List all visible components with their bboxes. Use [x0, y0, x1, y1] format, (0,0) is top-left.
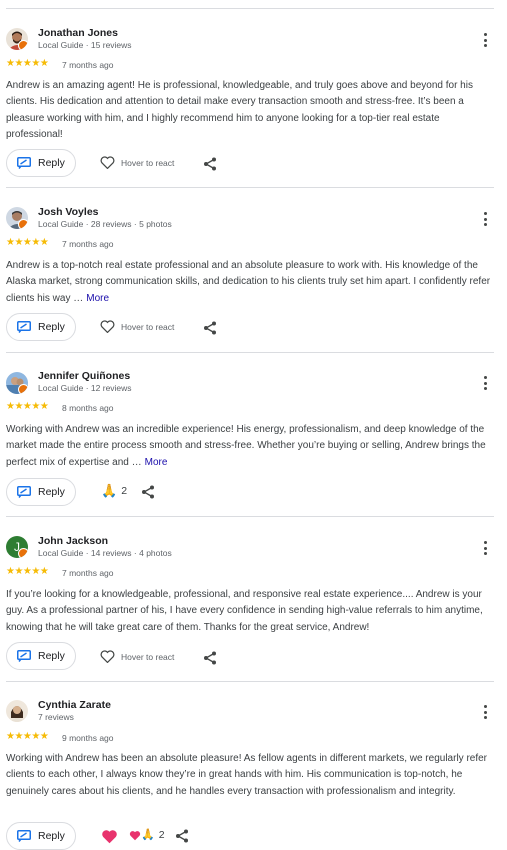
star-rating: ★★★★★	[6, 58, 49, 69]
divider	[6, 187, 494, 188]
reply-icon	[17, 321, 31, 333]
reply-button[interactable]: Reply	[6, 313, 76, 341]
reviewer-meta: Local Guide · 28 reviews · 5 photos	[38, 219, 172, 229]
reply-label: Reply	[38, 157, 65, 169]
reviewer-meta: 7 reviews	[38, 712, 74, 722]
react-label: Hover to react	[121, 321, 175, 332]
reply-icon	[17, 486, 31, 498]
heart-outline-icon	[100, 650, 115, 663]
reviewer-meta: Local Guide · 12 reviews	[38, 383, 132, 393]
star-rating: ★★★★★	[6, 731, 49, 742]
star-rating: ★★★★★	[6, 401, 49, 412]
review-time: 7 months ago	[62, 568, 114, 578]
more-options-icon[interactable]	[478, 374, 492, 392]
share-icon[interactable]	[203, 157, 217, 171]
more-link[interactable]: More	[145, 457, 168, 468]
review-text: Working with Andrew was an incredible ex…	[6, 422, 492, 471]
heart-outline-icon	[100, 320, 115, 333]
divider	[6, 681, 494, 682]
more-options-icon[interactable]	[478, 210, 492, 228]
reply-button[interactable]: Reply	[6, 478, 76, 506]
reply-label: Reply	[38, 486, 65, 498]
review-text-body: Working with Andrew has been an absolute…	[6, 753, 488, 797]
avatar[interactable]	[6, 372, 28, 394]
reviewer-meta: Local Guide · 14 reviews · 4 photos	[38, 548, 172, 558]
react-button[interactable]: Hover to react	[100, 320, 174, 333]
reactions-summary[interactable]: 🙏 2	[101, 484, 127, 498]
star-rating: ★★★★★	[6, 566, 49, 577]
heart-filled-icon[interactable]	[101, 829, 118, 844]
share-icon[interactable]	[175, 829, 189, 843]
praying-hands-icon: 🙏	[101, 483, 118, 498]
reviewer-meta: Local Guide · 15 reviews	[38, 40, 132, 50]
reviewer-name[interactable]: Jonathan Jones	[38, 27, 118, 39]
divider	[6, 352, 494, 353]
heart-outline-icon	[100, 156, 115, 169]
local-guide-badge-icon	[18, 219, 28, 229]
reply-button[interactable]: Reply	[6, 822, 76, 850]
avatar[interactable]: J	[6, 536, 28, 558]
reply-icon	[17, 157, 31, 169]
review-time: 9 months ago	[62, 733, 114, 743]
review-text-body: Working with Andrew was an incredible ex…	[6, 424, 486, 468]
divider	[6, 516, 494, 517]
review-time: 7 months ago	[62, 60, 114, 70]
more-options-icon[interactable]	[478, 31, 492, 49]
react-label: Hover to react	[121, 651, 175, 662]
reviewer-name[interactable]: John Jackson	[38, 535, 108, 547]
more-link[interactable]: More	[86, 293, 109, 304]
reply-button[interactable]: Reply	[6, 149, 76, 177]
star-rating: ★★★★★	[6, 237, 49, 248]
local-guide-badge-icon	[18, 548, 28, 558]
review-text: Andrew is a top-notch real estate profes…	[6, 258, 492, 307]
reply-label: Reply	[38, 830, 65, 842]
review-text-body: Andrew is an amazing agent! He is profes…	[6, 80, 473, 140]
reply-label: Reply	[38, 321, 65, 333]
reply-icon	[17, 830, 31, 842]
share-icon[interactable]	[203, 651, 217, 665]
reaction-count: 2	[158, 829, 165, 841]
avatar[interactable]	[6, 700, 28, 722]
share-icon[interactable]	[203, 321, 217, 335]
review-time: 8 months ago	[62, 403, 114, 413]
review-text: Andrew is an amazing agent! He is profes…	[6, 78, 492, 143]
more-options-icon[interactable]	[478, 539, 492, 557]
reply-button[interactable]: Reply	[6, 642, 76, 670]
reviewer-name[interactable]: Josh Voyles	[38, 206, 99, 218]
react-label: Hover to react	[121, 157, 175, 168]
avatar[interactable]	[6, 28, 28, 50]
local-guide-badge-icon	[18, 384, 28, 394]
reply-icon	[17, 650, 31, 662]
share-icon[interactable]	[141, 485, 155, 499]
avatar[interactable]	[6, 207, 28, 229]
review-text: Working with Andrew has been an absolute…	[6, 751, 492, 800]
review-text-body: If you’re looking for a knowledgeable, p…	[6, 589, 483, 633]
divider	[6, 8, 494, 9]
review-text: If you’re looking for a knowledgeable, p…	[6, 587, 492, 636]
review-text-body: Andrew is a top-notch real estate profes…	[6, 260, 491, 304]
small-heart-icon	[129, 830, 141, 840]
praying-hands-icon: 🙏	[141, 829, 155, 841]
react-button[interactable]: Hover to react	[100, 650, 174, 663]
reply-label: Reply	[38, 650, 65, 662]
react-button[interactable]: Hover to react	[100, 156, 174, 169]
more-options-icon[interactable]	[478, 703, 492, 721]
reaction-count: 2	[121, 485, 128, 497]
local-guide-badge-icon	[18, 40, 28, 50]
reactions-summary[interactable]: 🙏 2	[129, 828, 165, 842]
review-time: 7 months ago	[62, 239, 114, 249]
reviewer-name[interactable]: Cynthia Zarate	[38, 699, 111, 711]
reviewer-name[interactable]: Jennifer Quiñones	[38, 370, 130, 382]
